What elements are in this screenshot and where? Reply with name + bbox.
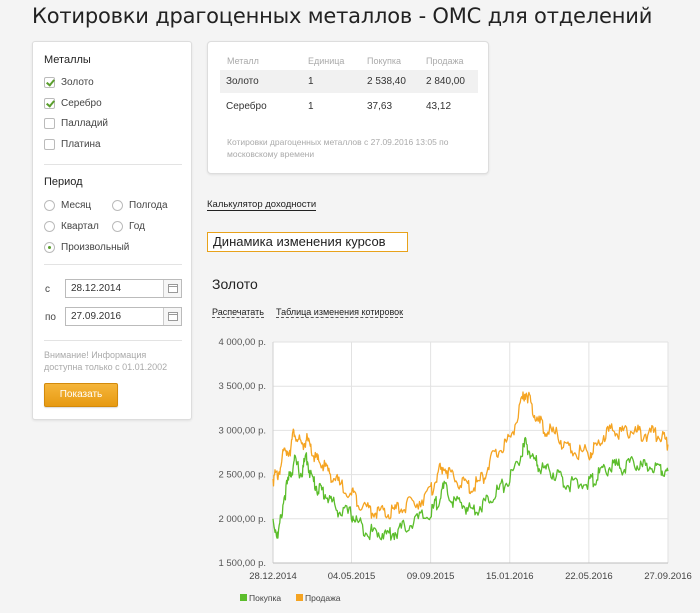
- y-tick-label: 2 000,00 р.: [218, 514, 266, 525]
- metal-label: Серебро: [61, 98, 102, 109]
- divider: [44, 340, 182, 341]
- radio-icon[interactable]: [112, 200, 123, 211]
- col-header-metal: Металл: [227, 56, 259, 66]
- table-row: Серебро 1 37,63 43,12: [220, 95, 478, 118]
- x-tick-label: 09.09.2015: [407, 571, 455, 582]
- x-tick-label: 22.05.2016: [565, 571, 613, 582]
- date-from-input[interactable]: 28.12.2014: [65, 279, 182, 298]
- col-header-buy: Покупка: [367, 56, 402, 66]
- plot-area: [273, 342, 668, 563]
- gold-price-chart: 1 500,00 р. 2 000,00 р. 2 500,00 р. 3 000,0…: [218, 337, 692, 603]
- period-radio-half-year[interactable]: Полгода: [112, 200, 168, 211]
- quotes-note: Котировки драгоценных металлов с 27.09.2…: [227, 137, 449, 159]
- metal-label: Палладий: [61, 118, 108, 129]
- y-tick-label: 3 000,00 р.: [218, 425, 266, 436]
- radio-selected-icon[interactable]: [44, 242, 55, 253]
- period-label: Произвольный: [61, 242, 130, 253]
- x-tick-label: 04.05.2015: [328, 571, 376, 582]
- period-radio-month[interactable]: Месяц: [44, 200, 91, 211]
- checkbox-empty-icon[interactable]: [44, 118, 55, 129]
- dynamics-tab[interactable]: Динамика изменения курсов: [207, 232, 408, 252]
- chart-title: Золото: [212, 276, 258, 292]
- cell-unit: 1: [308, 76, 314, 87]
- cell-sell: 2 840,00: [426, 76, 465, 87]
- y-tick-label: 3 500,00 р.: [218, 381, 266, 392]
- table-row: Золото 1 2 538,40 2 840,00: [220, 70, 478, 93]
- calendar-button[interactable]: [163, 280, 181, 297]
- calendar-icon: [168, 284, 178, 293]
- date-to-label: по: [45, 312, 56, 323]
- quotes-panel: Металл Единица Покупка Продажа Золото 1 …: [207, 41, 489, 174]
- y-tick-label: 4 000,00 р.: [218, 337, 266, 348]
- cell-buy: 37,63: [367, 101, 393, 112]
- availability-notice: Внимание! Информация доступна только с 0…: [44, 350, 168, 372]
- legend-label: Покупка: [249, 593, 281, 603]
- legend-swatch: [296, 594, 303, 601]
- quotes-table-link[interactable]: Таблица изменения котировок: [276, 307, 404, 318]
- radio-icon[interactable]: [44, 200, 55, 211]
- filter-panel: Металлы Золото Серебро Палладий Платина …: [32, 41, 192, 420]
- metal-label: Золото: [61, 77, 94, 88]
- date-from-label: с: [45, 284, 50, 295]
- period-label: Месяц: [61, 200, 92, 211]
- calendar-icon: [168, 312, 178, 321]
- metal-label: Платина: [61, 139, 101, 150]
- metal-checkbox-gold[interactable]: Золото: [44, 77, 94, 88]
- period-label: Год: [129, 221, 145, 232]
- checkbox-empty-icon[interactable]: [44, 139, 55, 150]
- checkbox-checked-icon[interactable]: [44, 77, 55, 88]
- calculator-link[interactable]: Калькулятор доходности: [207, 199, 317, 211]
- date-from-value: 28.12.2014: [71, 283, 122, 294]
- cell-sell: 43,12: [426, 101, 452, 112]
- period-label: Полгода: [129, 200, 168, 211]
- date-to-input[interactable]: 27.09.2016: [65, 307, 182, 326]
- x-tick-label: 27.09.2016: [644, 571, 692, 582]
- x-tick-label: 28.12.2014: [249, 571, 297, 582]
- legend-label: Продажа: [305, 593, 341, 603]
- period-label: Квартал: [61, 221, 99, 232]
- legend-swatch: [240, 594, 247, 601]
- col-header-sell: Продажа: [426, 56, 464, 66]
- period-radio-quarter[interactable]: Квартал: [44, 221, 99, 232]
- metal-checkbox-platinum[interactable]: Платина: [44, 139, 101, 150]
- col-header-unit: Единица: [308, 56, 345, 66]
- cell-buy: 2 538,40: [367, 76, 406, 87]
- metals-title: Металлы: [44, 54, 91, 66]
- x-tick-label: 15.01.2016: [486, 571, 534, 582]
- period-radio-year[interactable]: Год: [112, 221, 145, 232]
- radio-icon[interactable]: [112, 221, 123, 232]
- show-button[interactable]: Показать: [44, 383, 118, 407]
- metal-checkbox-palladium[interactable]: Палладий: [44, 118, 108, 129]
- period-radio-custom[interactable]: Произвольный: [44, 242, 129, 253]
- period-title: Период: [44, 176, 83, 188]
- checkbox-checked-icon[interactable]: [44, 98, 55, 109]
- calendar-button[interactable]: [163, 308, 181, 325]
- cell-metal: Серебро: [226, 101, 267, 112]
- print-link[interactable]: Распечатать: [212, 307, 264, 318]
- divider: [44, 264, 182, 265]
- date-to-value: 27.09.2016: [71, 311, 122, 322]
- radio-icon[interactable]: [44, 221, 55, 232]
- y-tick-label: 2 500,00 р.: [218, 470, 266, 481]
- divider: [44, 164, 182, 165]
- cell-metal: Золото: [226, 76, 259, 87]
- page-title: Котировки драгоценных металлов - ОМС для…: [32, 4, 653, 28]
- cell-unit: 1: [308, 101, 314, 112]
- metal-checkbox-silver[interactable]: Серебро: [44, 98, 102, 109]
- y-tick-label: 1 500,00 р.: [218, 558, 266, 569]
